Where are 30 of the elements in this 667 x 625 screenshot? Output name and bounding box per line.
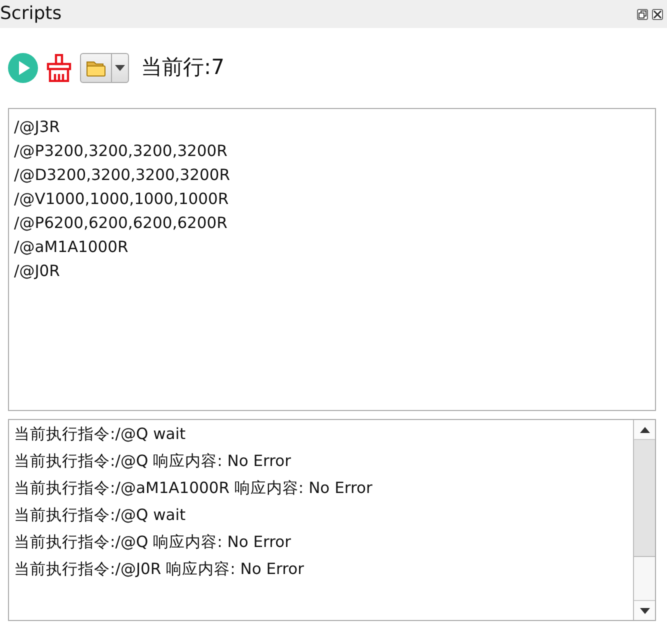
script-editor[interactable]: /@J3R /@P3200,3200,3200,3200R /@D3200,3200,3200,3200R /@V1000,1000,1000,1000R /@P6200,6200,6200,6200R /@aM1A1000R /@J0R [8, 108, 656, 411]
scroll-thumb[interactable] [634, 440, 655, 557]
down-arrow-icon [640, 608, 650, 614]
script-line: /@J0R [14, 261, 61, 282]
broom-icon [46, 54, 72, 82]
log-line: 当前执行指令:/@J0R 响应内容: No Error [14, 559, 306, 580]
caret-icon [115, 65, 125, 71]
log-line: 当前执行指令:/@Q wait [14, 505, 187, 526]
script-line: /@aM1A1000R [14, 237, 130, 258]
close-icon [653, 10, 662, 18]
log-line: 当前执行指令:/@aM1A1000R 响应内容: No Error [14, 478, 374, 499]
up-arrow-icon [640, 426, 650, 432]
folder-icon [86, 60, 106, 76]
script-line: /@V1000,1000,1000,1000R [14, 189, 230, 210]
log-line: 当前执行指令:/@Q wait [14, 424, 187, 445]
scrollbar[interactable] [633, 420, 655, 620]
script-line: /@D3200,3200,3200,3200R [14, 165, 231, 186]
script-line: /@P3200,3200,3200,3200R [14, 141, 228, 162]
script-line: /@P6200,6200,6200,6200R [14, 213, 228, 234]
restore-icon [638, 10, 647, 18]
log-line: 当前执行指令:/@Q 响应内容: No Error [14, 532, 292, 553]
current-line-label: 当前行:7 [141, 54, 224, 82]
close-button[interactable] [652, 8, 663, 20]
clear-button[interactable] [46, 54, 72, 82]
restore-button[interactable] [637, 8, 648, 20]
script-line: /@J3R [14, 117, 61, 138]
log-line: 当前执行指令:/@Q 响应内容: No Error [14, 451, 292, 472]
play-icon [8, 53, 38, 83]
window-title: Scripts [0, 5, 62, 23]
dropdown-button[interactable] [112, 53, 129, 83]
